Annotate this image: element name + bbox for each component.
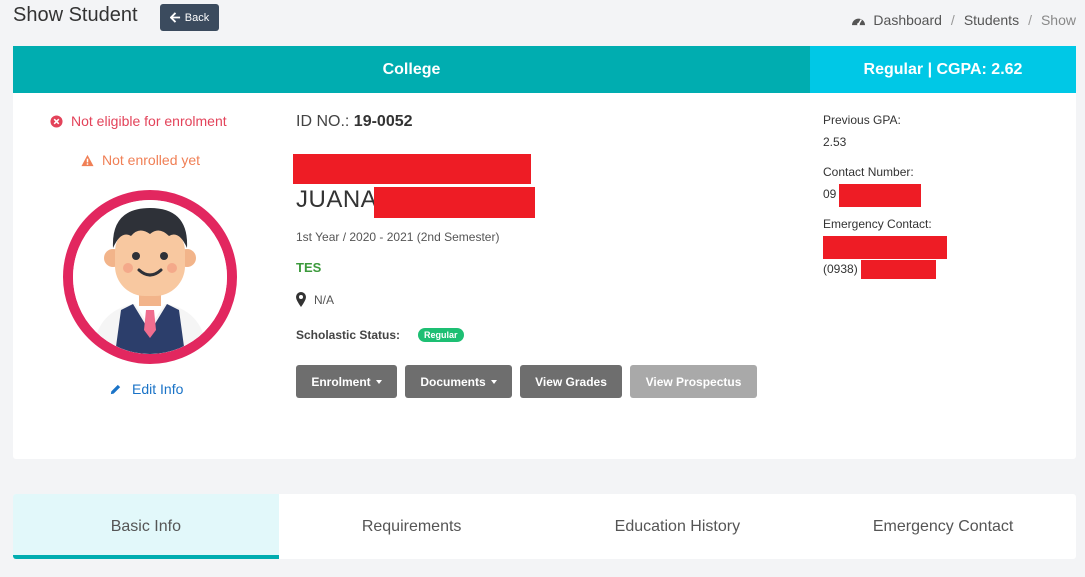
student-id-label: ID NO.: bbox=[296, 113, 350, 130]
caret-down-icon bbox=[375, 379, 382, 384]
tab-basic-info[interactable]: Basic Info bbox=[13, 494, 279, 559]
contact-number-value: 09 bbox=[823, 187, 837, 201]
warning-icon bbox=[81, 154, 94, 166]
enrolment-dropdown-button[interactable]: Enrolment bbox=[296, 365, 397, 398]
documents-dropdown-button[interactable]: Documents bbox=[405, 365, 512, 398]
enrollment-text: Not enrolled yet bbox=[102, 152, 201, 168]
year-semester: 1st Year / 2020 - 2021 (2nd Semester) bbox=[296, 230, 500, 244]
view-prospectus-button[interactable]: View Prospectus bbox=[630, 365, 757, 398]
tab-emergency-contact[interactable]: Emergency Contact bbox=[810, 494, 1076, 559]
action-buttons: Enrolment Documents View Grades View Pro… bbox=[296, 365, 757, 398]
status-badge: Regular bbox=[418, 328, 464, 342]
redacted-emergency-number bbox=[861, 260, 936, 279]
map-marker-icon bbox=[296, 292, 306, 307]
breadcrumb: Dashboard / Students / Show bbox=[851, 12, 1076, 28]
emergency-contact-number: (0938) bbox=[823, 262, 858, 276]
dashboard-icon bbox=[852, 18, 866, 26]
page-header: Show Student Back Dashboard / Students /… bbox=[0, 0, 1085, 44]
times-circle-icon bbox=[50, 114, 63, 128]
enrollment-notice: Not enrolled yet bbox=[81, 152, 200, 168]
student-details: ID NO.: 19-0052 JUANA 1st Year / 2020 - … bbox=[293, 93, 796, 453]
program-tag: TES bbox=[296, 260, 322, 275]
breadcrumb-separator: / bbox=[950, 12, 955, 28]
pencil-icon bbox=[110, 384, 121, 394]
breadcrumb-dashboard[interactable]: Dashboard bbox=[873, 12, 942, 28]
redacted-surname bbox=[293, 154, 531, 184]
student-banner: College Regular | CGPA: 2.62 bbox=[13, 46, 1076, 93]
redacted-emergency-name bbox=[823, 236, 947, 259]
student-card: College Regular | CGPA: 2.62 Not eligibl… bbox=[13, 46, 1076, 459]
breadcrumb-students[interactable]: Students bbox=[964, 12, 1019, 28]
department-banner: College bbox=[13, 46, 810, 93]
caret-down-icon bbox=[490, 379, 497, 384]
redacted-contact-number bbox=[839, 184, 921, 207]
previous-gpa-value: 2.53 bbox=[823, 135, 847, 149]
scholastic-status: Scholastic Status: Regular bbox=[296, 328, 464, 342]
eligibility-notice: Not eligible for enrolment bbox=[50, 113, 227, 129]
eligibility-text: Not eligible for enrolment bbox=[71, 113, 227, 129]
back-button[interactable]: Back bbox=[160, 4, 219, 31]
view-grades-label: View Grades bbox=[535, 374, 607, 389]
page-title: Show Student bbox=[13, 4, 138, 26]
contact-number-label: Contact Number: bbox=[823, 165, 914, 179]
student-avatar-icon bbox=[73, 200, 227, 354]
back-button-label: Back bbox=[184, 11, 210, 24]
redacted-name bbox=[374, 187, 535, 218]
tab-requirements[interactable]: Requirements bbox=[279, 494, 545, 559]
address-value: N/A bbox=[314, 292, 335, 307]
enrolment-label: Enrolment bbox=[311, 374, 371, 389]
student-tabs: Basic Info Requirements Education Histor… bbox=[13, 494, 1076, 559]
arrow-left-icon bbox=[169, 12, 180, 23]
student-address: N/A bbox=[296, 292, 334, 307]
student-avatar bbox=[63, 190, 237, 364]
documents-label: Documents bbox=[420, 374, 486, 389]
breadcrumb-separator: / bbox=[1028, 12, 1032, 28]
student-id: ID NO.: 19-0052 bbox=[296, 113, 413, 131]
breadcrumb-show: Show bbox=[1040, 12, 1076, 28]
student-name: JUANA bbox=[296, 186, 378, 213]
view-prospectus-label: View Prospectus bbox=[645, 374, 742, 389]
edit-info-link[interactable]: Edit Info bbox=[109, 381, 183, 397]
tab-education-history[interactable]: Education History bbox=[545, 494, 811, 559]
student-id-value: 19-0052 bbox=[353, 113, 413, 130]
previous-gpa-label: Previous GPA: bbox=[823, 113, 901, 127]
emergency-contact-label: Emergency Contact: bbox=[823, 217, 932, 231]
view-grades-button[interactable]: View Grades bbox=[520, 365, 622, 398]
edit-info-label: Edit Info bbox=[132, 381, 184, 397]
cgpa-banner: Regular | CGPA: 2.62 bbox=[810, 46, 1076, 93]
scholastic-label: Scholastic Status: bbox=[296, 328, 401, 342]
